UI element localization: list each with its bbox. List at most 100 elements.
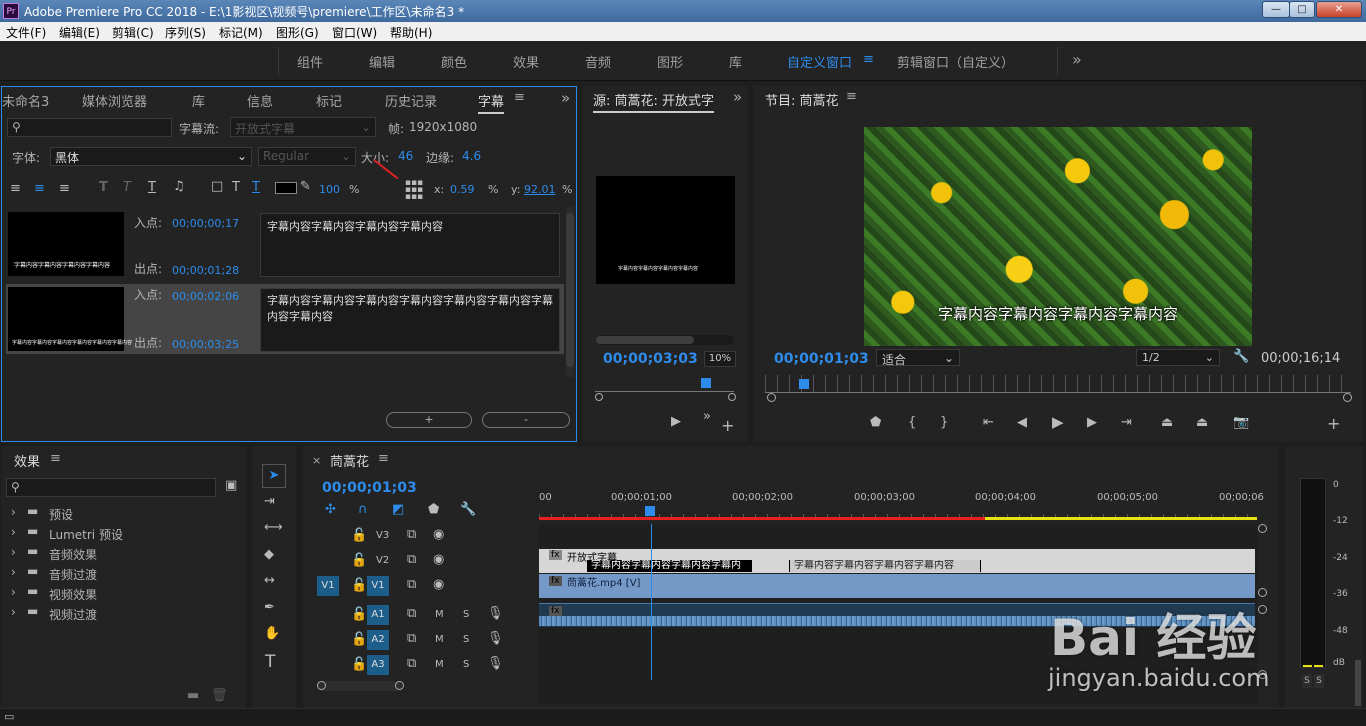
- effects-title[interactable]: 效果: [14, 451, 40, 470]
- sync-lock-icon[interactable]: ⧉: [407, 577, 416, 592]
- zoom-handle[interactable]: [728, 393, 736, 401]
- panel-overflow-icon[interactable]: »: [561, 89, 570, 107]
- music-note-icon[interactable]: ♫: [173, 179, 185, 194]
- program-title[interactable]: 节目: 茼蒿花: [765, 90, 839, 109]
- playhead-icon[interactable]: [645, 506, 655, 516]
- effects-search-input[interactable]: ⚲: [6, 478, 216, 497]
- menu-clip[interactable]: 剪辑(C): [112, 24, 154, 41]
- close-button[interactable]: ✕: [1316, 1, 1362, 18]
- sync-lock-icon[interactable]: ⧉: [407, 552, 416, 567]
- marker-icon[interactable]: ⬟: [870, 415, 881, 430]
- caption-text-field[interactable]: 字幕内容字幕内容字幕内容字幕内容字幕内容字幕内容字幕内容字幕内容: [260, 288, 560, 352]
- maximize-button[interactable]: □: [1289, 1, 1315, 18]
- play-icon[interactable]: ▶: [1052, 413, 1064, 431]
- edge-color-icon[interactable]: T: [252, 180, 260, 195]
- tree-item[interactable]: › ▬ 音频效果: [9, 544, 241, 564]
- tree-item[interactable]: › ▬ 音频过渡: [9, 564, 241, 584]
- tab-media-browser[interactable]: 媒体浏览器: [82, 91, 147, 110]
- text-color-icon[interactable]: T: [232, 180, 240, 195]
- lift-icon[interactable]: ⏏: [1161, 415, 1173, 430]
- step-forward-icon[interactable]: ▶: [1087, 415, 1097, 430]
- playhead-icon[interactable]: [701, 378, 711, 388]
- snap-icon[interactable]: ∩: [358, 502, 368, 517]
- align-center-icon[interactable]: ≡: [34, 181, 45, 196]
- add-marker-icon[interactable]: ⬟: [428, 502, 439, 517]
- underline-icon[interactable]: T: [148, 180, 156, 195]
- microphone-icon[interactable]: 🎙: [487, 606, 504, 621]
- program-timecode[interactable]: 00;00;01;03: [774, 351, 869, 367]
- lock-icon[interactable]: 🔓: [351, 528, 367, 543]
- solo-right-button[interactable]: S: [1314, 674, 1324, 688]
- playhead-icon[interactable]: [799, 379, 809, 389]
- slip-tool-icon[interactable]: ↔: [264, 573, 275, 588]
- zoom-handle[interactable]: [1258, 605, 1267, 614]
- align-left-icon[interactable]: ≡: [10, 181, 21, 196]
- scrollbar[interactable]: [566, 207, 574, 377]
- font-family-select[interactable]: 黑体 ⌄: [50, 147, 252, 166]
- eye-icon[interactable]: ◉: [433, 577, 444, 592]
- caption-clip[interactable]: 字幕内容字幕内容字幕内容字幕内: [587, 560, 752, 572]
- menu-window[interactable]: 窗口(W): [332, 24, 377, 41]
- in-timecode[interactable]: 00;00;02;06: [172, 290, 239, 303]
- eyedropper-icon[interactable]: ✎: [300, 179, 311, 194]
- tab-project[interactable]: 未命名3: [2, 91, 49, 110]
- source-title[interactable]: 源: 茼蒿花: 开放式字: [593, 90, 715, 113]
- razor-tool-icon[interactable]: ◆: [264, 547, 274, 562]
- caption-clip[interactable]: 字幕内容字幕内容字幕内容字幕内容: [789, 560, 981, 572]
- solo-button[interactable]: S: [463, 609, 469, 620]
- tab-libraries[interactable]: 库: [192, 91, 205, 110]
- video-clip[interactable]: fx 茼蒿花.mp4 [V]: [539, 574, 1255, 598]
- menu-file[interactable]: 文件(F): [6, 24, 46, 41]
- background-box-icon[interactable]: □: [211, 179, 223, 194]
- panel-overflow-icon[interactable]: »: [733, 88, 742, 106]
- minimize-button[interactable]: —: [1262, 1, 1290, 18]
- caption-track-clip[interactable]: fx 开放式字幕 字幕内容字幕内容字幕内容字幕内 字幕内容字幕内容字幕内容字幕内…: [539, 549, 1255, 573]
- source-ruler[interactable]: [595, 374, 734, 392]
- go-to-in-icon[interactable]: ⇤: [983, 415, 994, 430]
- program-ruler[interactable]: [765, 375, 1351, 393]
- workspace-color[interactable]: 颜色: [441, 52, 467, 71]
- lock-icon[interactable]: 🔓: [351, 607, 367, 622]
- resolution-select[interactable]: 1/2 ⌄: [1136, 349, 1220, 366]
- scrollbar[interactable]: [1355, 660, 1361, 706]
- sync-lock-icon[interactable]: ⧉: [407, 606, 416, 621]
- workspace-menu-icon[interactable]: ≡: [863, 52, 874, 67]
- out-timecode[interactable]: 00;00;03;25: [172, 338, 239, 351]
- mute-button[interactable]: M: [435, 609, 444, 620]
- menu-edit[interactable]: 编辑(E): [59, 24, 100, 41]
- zoom-handle[interactable]: [395, 681, 404, 690]
- button-overflow-icon[interactable]: »: [703, 409, 711, 424]
- zoom-handle[interactable]: [317, 681, 326, 690]
- tree-item[interactable]: › ▬ 视频效果: [9, 584, 241, 604]
- eye-icon[interactable]: ◉: [433, 552, 444, 567]
- panel-menu-icon[interactable]: ≡: [514, 90, 525, 105]
- caption-text-field[interactable]: 字幕内容字幕内容字幕内容字幕内容: [260, 213, 560, 277]
- mute-button[interactable]: M: [435, 659, 444, 670]
- go-to-out-icon[interactable]: ⇥: [1121, 415, 1132, 430]
- solo-button[interactable]: S: [463, 659, 469, 670]
- opacity-value[interactable]: 100: [319, 183, 340, 196]
- panel-menu-icon[interactable]: ≡: [378, 451, 389, 466]
- microphone-icon[interactable]: 🎙: [487, 656, 504, 671]
- tree-item[interactable]: › ▬ 视频过渡: [9, 604, 241, 624]
- track-select-tool-icon[interactable]: ⇥: [264, 494, 275, 509]
- sync-lock-icon[interactable]: ⧉: [407, 527, 416, 542]
- extract-icon[interactable]: ⏏: [1196, 415, 1208, 430]
- sync-lock-icon[interactable]: ⧉: [407, 656, 416, 671]
- trash-icon[interactable]: 🗑: [211, 688, 228, 703]
- wrench-icon[interactable]: 🔧: [1233, 349, 1249, 364]
- font-size-value[interactable]: 46: [398, 149, 413, 163]
- solo-left-button[interactable]: S: [1302, 674, 1312, 688]
- add-button-icon[interactable]: +: [1327, 414, 1340, 433]
- fit-select[interactable]: 适合 ⌄: [876, 349, 960, 367]
- align-right-icon[interactable]: ≡: [59, 181, 70, 196]
- lock-icon[interactable]: 🔓: [351, 578, 367, 593]
- edge-value[interactable]: 4.6: [462, 149, 481, 163]
- microphone-icon[interactable]: 🎙: [487, 631, 504, 646]
- new-bin-icon[interactable]: ▣: [225, 478, 237, 493]
- zoom-handle[interactable]: [1343, 393, 1352, 402]
- vertical-zoom[interactable]: [1257, 524, 1267, 684]
- y-value[interactable]: 92.01: [524, 183, 556, 196]
- workspace-audio[interactable]: 音频: [585, 52, 611, 71]
- source-timecode[interactable]: 00;00;03;03: [603, 351, 698, 367]
